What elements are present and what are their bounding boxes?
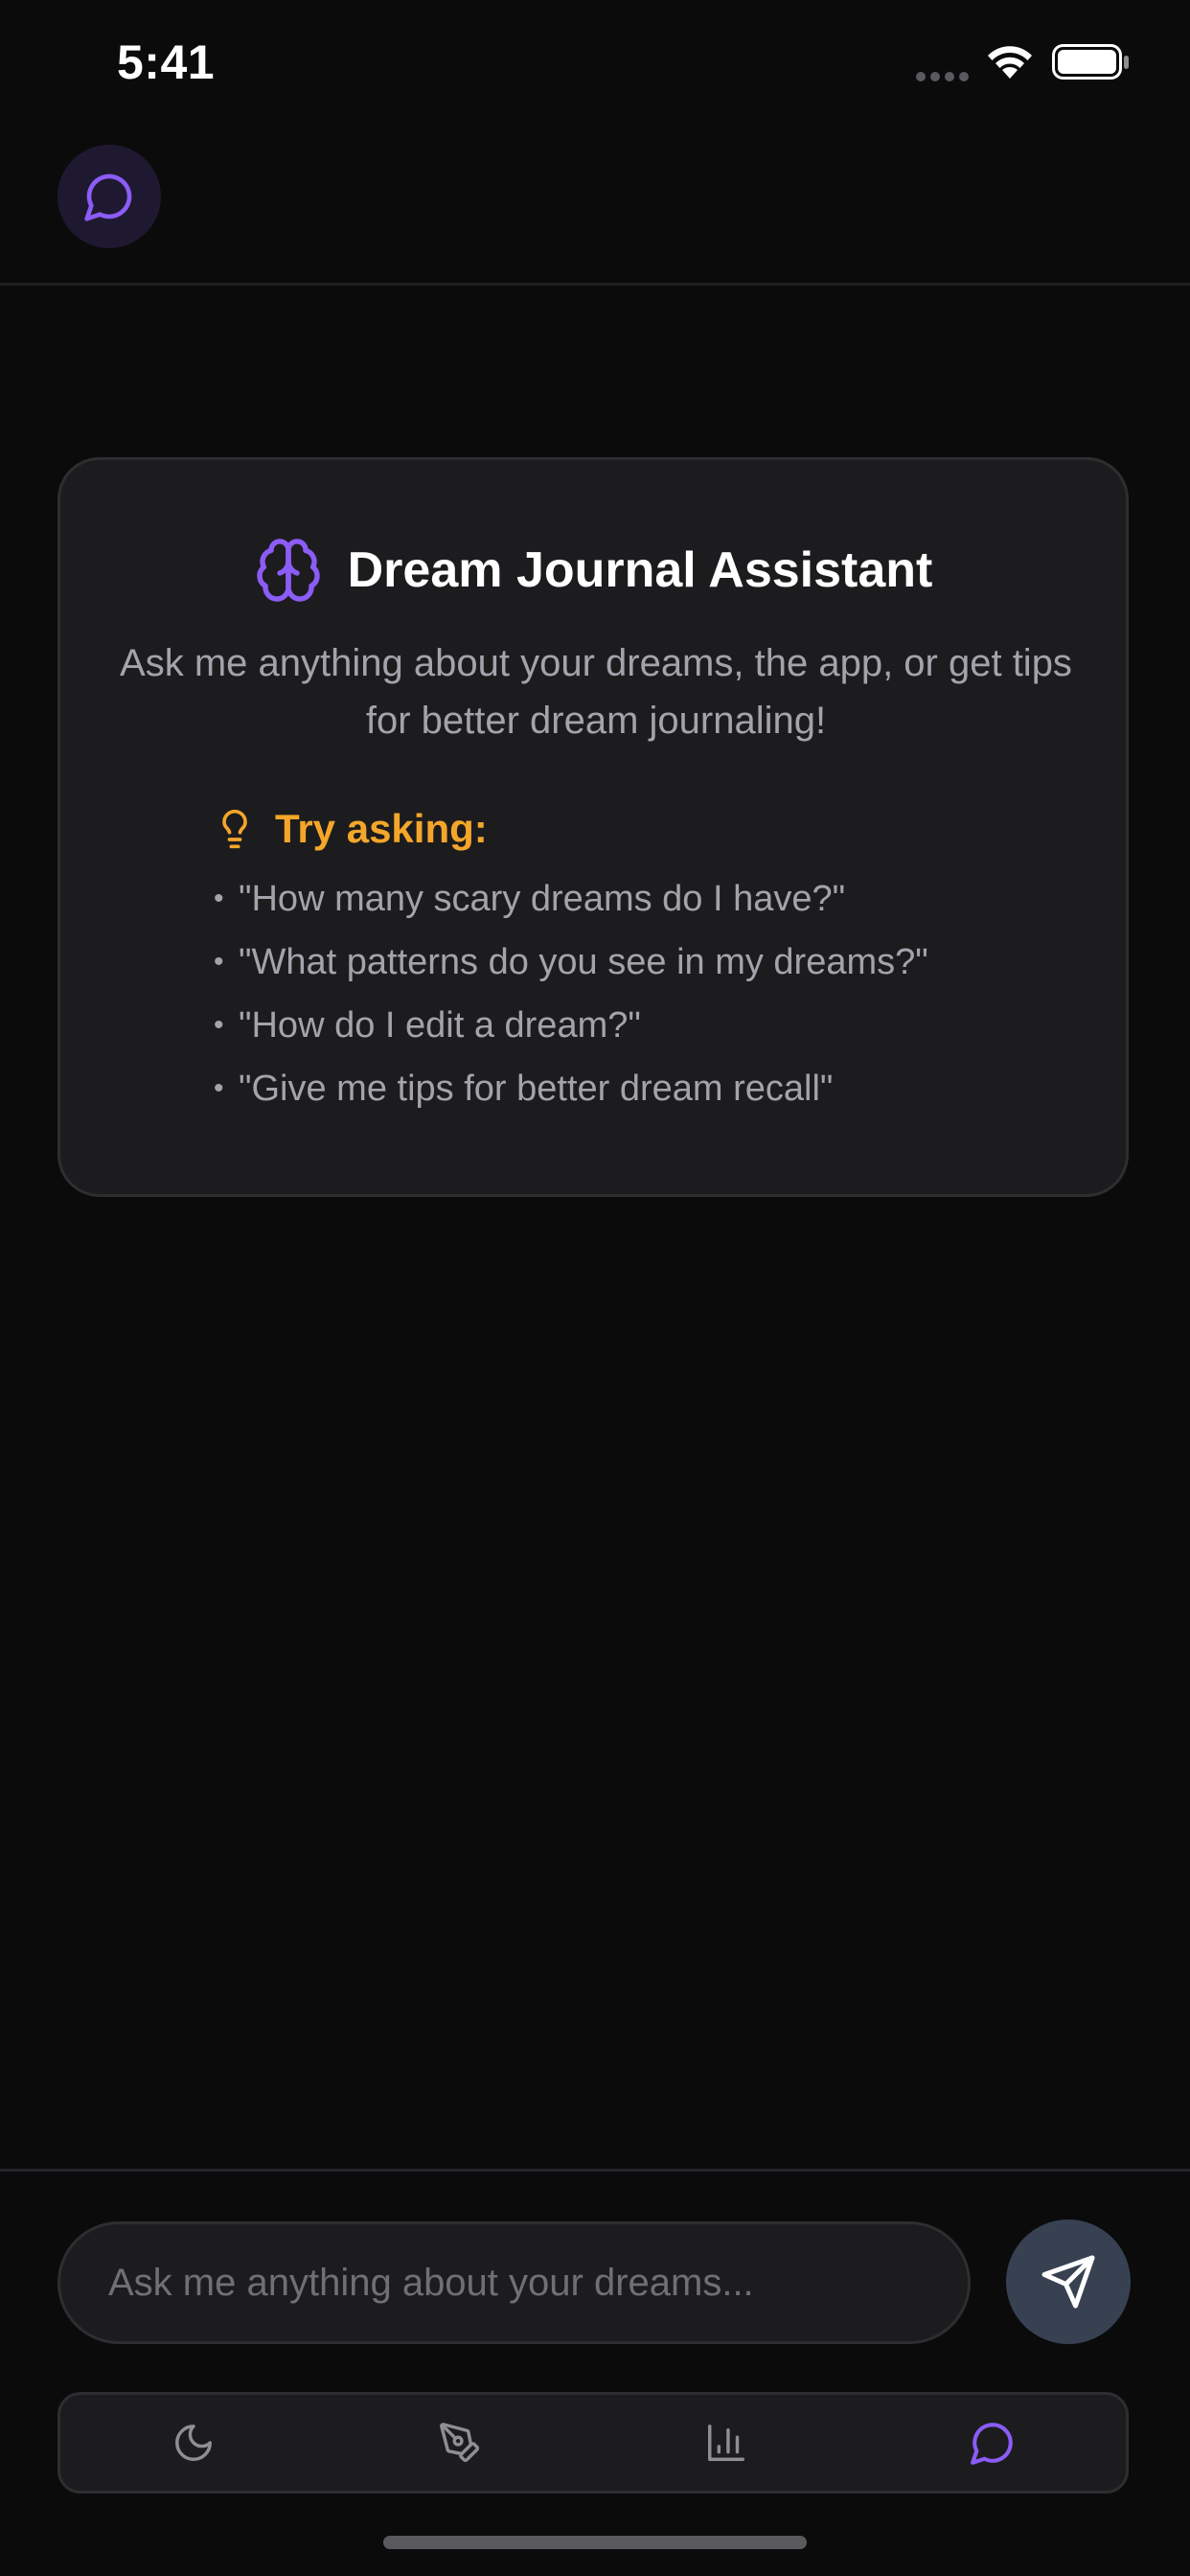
bar-chart-icon — [708, 2425, 744, 2461]
composer-divider — [0, 2169, 1190, 2172]
lightbulb-icon — [222, 809, 247, 849]
bullet: • — [214, 1072, 224, 1104]
tab-stats[interactable] — [669, 2395, 784, 2491]
tab-new-dream[interactable] — [402, 2395, 517, 2491]
status-time: 5:41 — [117, 35, 216, 89]
suggestion-item: • "How do I edit a dream?" — [214, 994, 1076, 1057]
message-circle-icon — [84, 173, 132, 221]
card-subtitle: Ask me anything about your dreams, the a… — [120, 642, 1072, 742]
bullet: • — [214, 946, 224, 978]
welcome-card: Dream Journal Assistant Ask me anything … — [57, 457, 1129, 1197]
suggestion-text: "How do I edit a dream?" — [239, 1004, 641, 1046]
tab-chat[interactable] — [935, 2395, 1050, 2491]
suggestion-text: "Give me tips for better dream recall" — [239, 1068, 834, 1109]
suggestions: Try asking: • "How many scary dreams do … — [214, 800, 1076, 1120]
suggestions-title: Try asking: — [275, 806, 488, 851]
suggestions-list: • "How many scary dreams do I have?" • "… — [214, 867, 1076, 1120]
suggestion-item: • "Give me tips for better dream recall" — [214, 1057, 1076, 1120]
header — [0, 134, 1190, 286]
suggestion-text: "What patterns do you see in my dreams?" — [239, 941, 928, 982]
message-circle-icon — [971, 2423, 1013, 2465]
tab-dreams[interactable] — [136, 2395, 251, 2491]
home-indicator — [383, 2536, 807, 2549]
suggestion-item: • "What patterns do you see in my dreams… — [214, 931, 1076, 994]
send-icon — [1041, 2255, 1095, 2309]
moon-icon — [175, 2425, 212, 2461]
card-title: Dream Journal Assistant — [347, 542, 933, 598]
battery-icon — [1052, 44, 1129, 80]
wifi-icon — [988, 46, 1032, 79]
card-title-row: Dream Journal Assistant — [60, 532, 1126, 609]
tab-bar — [57, 2392, 1129, 2494]
chat-button[interactable] — [57, 145, 161, 248]
suggestion-text: "How many scary dreams do I have?" — [239, 878, 846, 919]
bullet: • — [214, 883, 224, 914]
pen-tool-icon — [440, 2423, 480, 2463]
brain-icon — [256, 539, 320, 602]
status-bar: 5:41 — [0, 0, 1190, 134]
cellular-signal-icon — [916, 72, 969, 81]
suggestion-item: • "How many scary dreams do I have?" — [214, 867, 1076, 931]
bullet: • — [214, 1009, 224, 1041]
chat-input[interactable] — [57, 2221, 971, 2344]
suggestions-header: Try asking: — [214, 800, 1076, 858]
send-button[interactable] — [1006, 2220, 1131, 2344]
